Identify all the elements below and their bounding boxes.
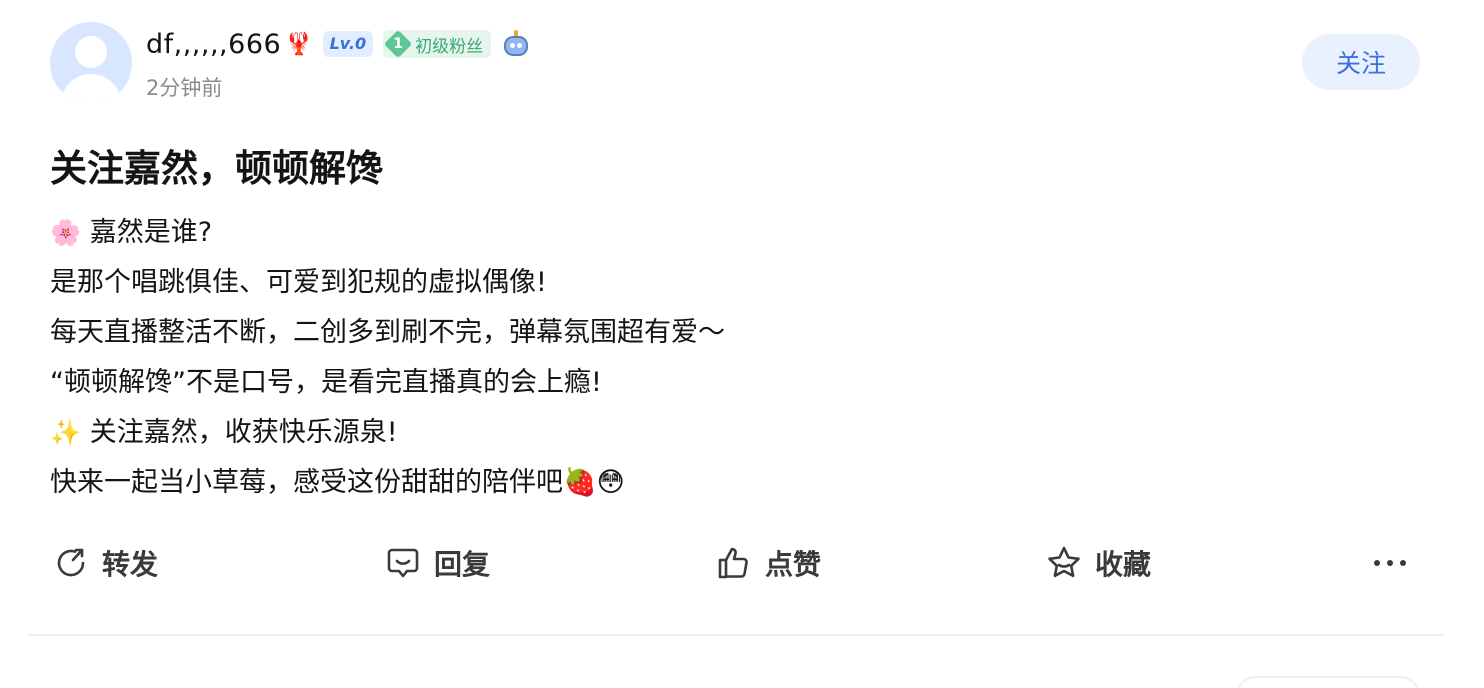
like-label: 点赞 [765, 548, 822, 581]
more-dot [1387, 560, 1393, 566]
user-info-row: df,,,,,,666 🦞 Lv.0 1 初级粉丝 [146, 26, 531, 62]
content-text: 每天直播整活不断，二创多到刷不完，弹幕氛围超有爱～ [50, 317, 725, 348]
robot-icon[interactable] [501, 30, 531, 58]
post-time: 2分钟前 [146, 76, 223, 100]
lobster-emoji-icon: 🦞 [285, 31, 313, 57]
repost-label: 转发 [102, 548, 159, 581]
content-line: 是那个唱跳俱佳、可爱到犯规的虚拟偶像! [50, 258, 725, 308]
fan-badge-label: 初级粉丝 [415, 36, 484, 57]
fan-badge[interactable]: 1 初级粉丝 [383, 30, 492, 58]
like-icon [718, 547, 748, 579]
avatar[interactable] [50, 22, 132, 104]
sparkles-emoji-icon: ✨ [50, 418, 82, 447]
content-text: 嘉然是谁? [81, 217, 213, 248]
content-text: 是那个唱跳俱佳、可爱到犯规的虚拟偶像! [50, 267, 547, 298]
content-line: ✨ 关注嘉然，收获快乐源泉! [50, 408, 725, 458]
more-dot [1374, 560, 1380, 566]
repost-icon [57, 548, 85, 577]
favorite-icon [1048, 546, 1080, 578]
divider [28, 634, 1444, 636]
action-bar: 转发 回复 点赞 收藏 [0, 534, 1484, 592]
fan-gem-icon: 1 [383, 30, 413, 58]
post-content: 🌸 嘉然是谁? 是那个唱跳俱佳、可爱到犯规的虚拟偶像! 每天直播整活不断，二创多… [50, 208, 725, 508]
robot-head [504, 36, 529, 56]
content-line: “顿顿解馋”不是口号，是看完直播真的会上瘾! [50, 358, 725, 408]
next-item-pill [1236, 676, 1420, 688]
reply-icon [387, 548, 419, 578]
post-card: df,,,,,,666 🦞 Lv.0 1 初级粉丝 2分钟前 关注 关注嘉然，顿… [0, 0, 1484, 688]
flower-emoji-icon: 🌸 [50, 218, 82, 247]
more-dot [1400, 560, 1406, 566]
favorite-button[interactable]: 收藏 [1045, 534, 1151, 592]
fan-badge-level: 1 [393, 36, 403, 52]
content-line: 🌸 嘉然是谁? [50, 208, 725, 258]
post-title: 关注嘉然，顿顿解馋 [50, 147, 383, 190]
content-text: “顿顿解馋”不是口号，是看完直播真的会上瘾! [50, 367, 602, 398]
more-icon[interactable] [1366, 534, 1414, 592]
repost-button[interactable]: 转发 [52, 534, 158, 592]
content-text: 关注嘉然，收获快乐源泉! [81, 417, 398, 448]
follow-button[interactable]: 关注 [1302, 34, 1420, 90]
reply-label: 回复 [434, 548, 491, 581]
avatar-head-shape [75, 36, 107, 68]
username[interactable]: df,,,,,,666 [146, 29, 281, 60]
like-button[interactable]: 点赞 [715, 534, 821, 592]
reply-button[interactable]: 回复 [384, 534, 490, 592]
favorite-label: 收藏 [1095, 548, 1152, 581]
avatar-body-shape [61, 74, 121, 104]
content-text: 快来一起当小草莓，感受这份甜甜的陪伴吧🍓😳 [50, 467, 625, 498]
content-line: 每天直播整活不断，二创多到刷不完，弹幕氛围超有爱～ [50, 308, 725, 358]
level-badge[interactable]: Lv.0 [322, 31, 374, 57]
content-line: 快来一起当小草莓，感受这份甜甜的陪伴吧🍓😳 [50, 458, 725, 508]
